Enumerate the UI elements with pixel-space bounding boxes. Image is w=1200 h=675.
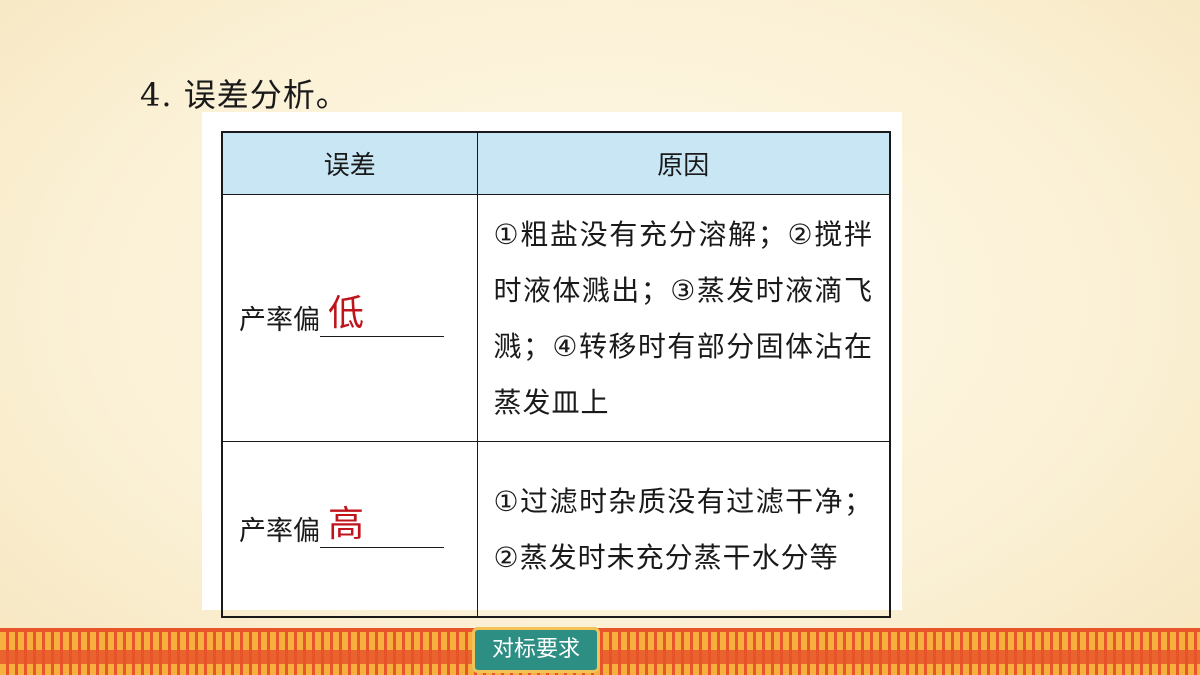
error-label: 产率偏 — [239, 305, 320, 336]
answer-blank: 高 — [320, 505, 444, 549]
answer-text: 高 — [328, 504, 365, 546]
table-header-row: 误差 原因 — [221, 131, 891, 195]
error-analysis-panel: 误差 原因 产率偏低 ①粗盐没有充分溶解；②搅拌时液体溅出；③蒸发时液滴飞溅；④… — [202, 112, 902, 618]
table-row: 产率偏低 ①粗盐没有充分溶解；②搅拌时液体溅出；③蒸发时液滴飞溅；④转移时有部分… — [221, 193, 891, 442]
error-cell: 产率偏低 — [221, 193, 478, 442]
header-error: 误差 — [221, 131, 478, 195]
table-row: 产率偏高 ①过滤时杂质没有过滤干净；②蒸发时未充分蒸干水分等 — [221, 440, 891, 618]
answer-text: 低 — [328, 293, 365, 334]
error-label: 产率偏 — [239, 516, 320, 548]
section-heading: 4. 误差分析。 — [140, 76, 349, 114]
error-analysis-table: 误差 原因 产率偏低 ①粗盐没有充分溶解；②搅拌时液体溅出；③蒸发时液滴飞溅；④… — [221, 131, 891, 618]
answer-blank: 低 — [320, 294, 444, 337]
reason-cell: ①粗盐没有充分溶解；②搅拌时液体溅出；③蒸发时液滴飞溅；④转移时有部分固体沾在蒸… — [476, 193, 891, 442]
benchmark-requirements-button[interactable]: 对标要求 — [472, 627, 600, 673]
reason-cell: ①过滤时杂质没有过滤干净；②蒸发时未充分蒸干水分等 — [476, 440, 891, 618]
decorative-footer-band — [0, 650, 1200, 664]
error-cell: 产率偏高 — [221, 440, 478, 618]
header-reason: 原因 — [476, 131, 891, 195]
